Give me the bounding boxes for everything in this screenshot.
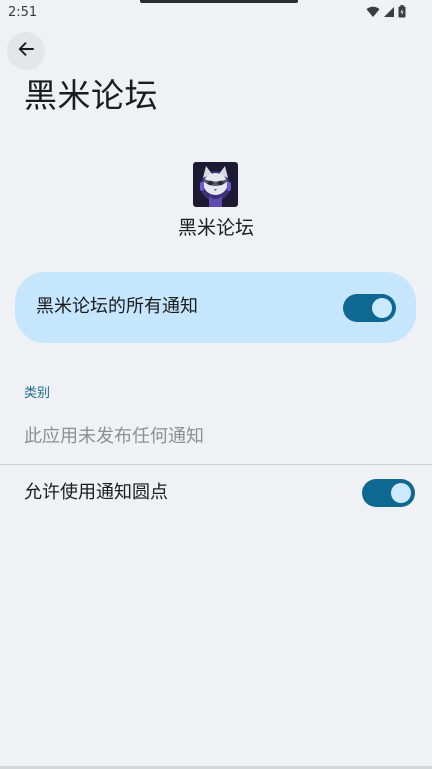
signal-icon [383,6,395,18]
battery-icon [398,5,406,18]
page-title: 黑米论坛 [24,76,158,115]
all-notifications-switch[interactable] [343,294,396,322]
arrow-left-icon [17,40,35,62]
switch-thumb [372,298,392,318]
status-bar: 2:51 [0,0,432,26]
app-icon [193,162,238,207]
app-name: 黑米论坛 [177,217,254,239]
cat-avatar-icon [193,162,238,207]
all-notifications-label: 黑米论坛的所有通知 [36,296,198,317]
notification-dot-switch[interactable] [362,479,415,507]
no-notifications-note: 此应用未发布任何通知 [24,426,204,447]
divider [0,464,432,465]
status-icons [366,5,406,18]
status-time: 2:51 [8,5,38,20]
back-button[interactable] [7,32,45,70]
all-notifications-row[interactable]: 黑米论坛的所有通知 [15,272,416,343]
category-section-header: 类别 [24,386,51,401]
notification-dot-label: 允许使用通知圆点 [24,482,168,503]
switch-thumb [391,483,411,503]
wifi-icon [366,6,380,18]
